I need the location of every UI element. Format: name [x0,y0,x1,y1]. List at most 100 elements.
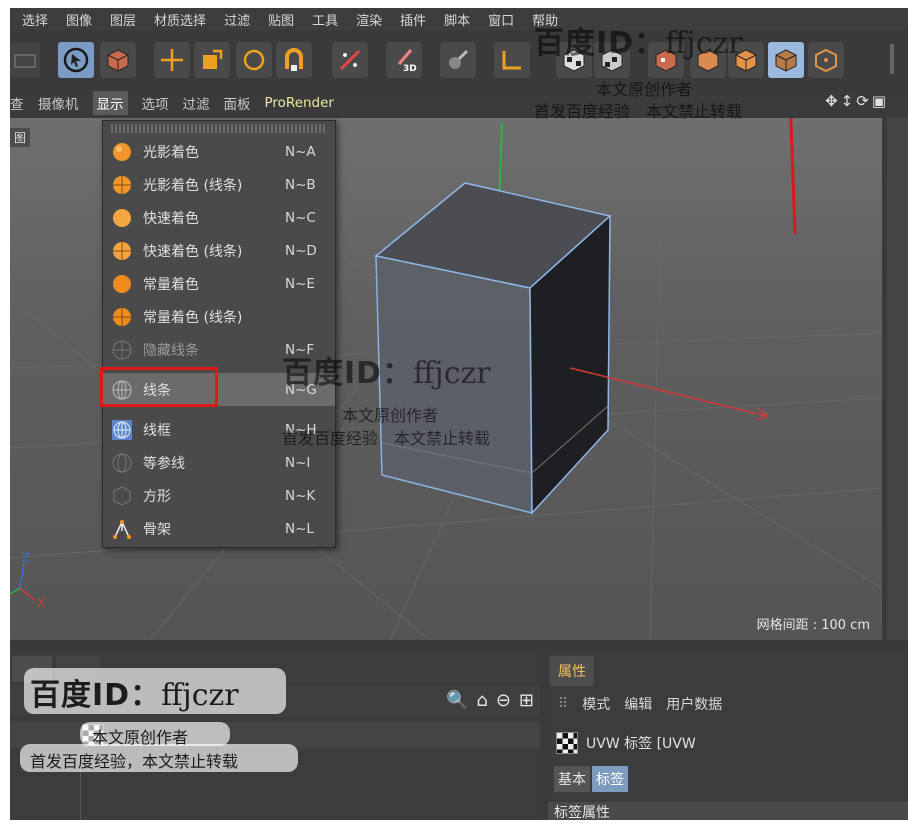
viewport-menu-filter[interactable]: 过滤 [183,93,210,113]
menu-item-label: 光影着色 [143,144,199,161]
watermark-id-prefix: 百度ID： [534,26,666,61]
watermark-id-name: ffjczr [161,678,239,713]
menu-item-quick[interactable]: 快速着色 N~C [103,201,335,234]
zoom-view-icon[interactable]: ↕ [841,92,854,110]
rotate-tool-button[interactable] [236,42,272,78]
menu-tools[interactable]: 工具 [312,10,338,29]
object-mode-icon [815,48,837,73]
toolbar-divider [890,44,894,74]
axis-button[interactable] [494,42,530,78]
home-icon[interactable]: ⌂ [476,690,487,711]
menu-bar: 选择 图像 图层 材质选择 过滤 贴图 工具 渲染 插件 脚本 窗口 帮助 [10,8,908,30]
viewport-menu-view[interactable]: 查看 [10,93,24,113]
viewport-menu-display[interactable]: 显示 [92,91,128,115]
move-tool-button[interactable] [154,42,190,78]
object-mode-button[interactable] [808,42,844,78]
view-cube-button[interactable] [100,42,136,78]
menu-texture[interactable]: 贴图 [268,10,294,29]
scale-icon [203,49,223,69]
menu-item-label: 骨架 [143,521,171,538]
tab-tag[interactable]: 标签 [592,766,628,792]
menu-item-box[interactable]: 方形 N~K [103,479,335,512]
toolbar-undo-button[interactable] [10,42,40,78]
viewport-menu-panel[interactable]: 面板 [224,93,251,113]
magnet-tool-button[interactable] [276,42,312,78]
grid-spacing-readout: 网格间距 : 100 cm [750,611,876,636]
skeleton-icon [111,518,133,540]
watermark-top: 百度ID：ffjczr [534,18,743,62]
attributes-menu-user-data[interactable]: 用户数据 [666,694,722,714]
badge-3d: 3D [403,64,417,73]
menu-item-constant-lines[interactable]: 常量着色 (线条) [103,300,335,333]
menu-item-quick-lines[interactable]: 快速着色 (线条) N~D [103,234,335,267]
menu-item-label: 等参线 [143,455,185,472]
uv-polygons-mode-button[interactable] [768,42,804,78]
cursor-tool-button[interactable] [58,42,94,78]
viewport-menu-options[interactable]: 选项 [142,93,169,113]
menu-item-label: 快速着色 [143,210,199,227]
menu-filter[interactable]: 过滤 [224,10,250,29]
constant-lines-icon [111,306,133,328]
menu-item-shortcut: N~D [285,242,317,259]
toggle-view-icon[interactable]: ▣ [872,92,886,110]
hidden-line-icon [111,339,133,361]
watermark-id-name: ffjczr [413,356,491,391]
checker-icon [339,49,361,71]
menu-item-gouraud[interactable]: 光影着色 N~A [103,135,335,168]
menu-item-label: 隐藏线条 [143,342,199,359]
menu-item-shortcut: N~B [285,176,316,193]
viewport-menu-prorender[interactable]: ProRender [265,95,334,111]
cursor-icon [63,47,89,73]
viewport-menu-camera[interactable]: 摄像机 [38,93,79,113]
scale-tool-button[interactable] [194,42,230,78]
menu-item-label: 方形 [143,488,171,505]
collapse-icon[interactable]: ⊖ [496,690,511,711]
menu-item-label: 线框 [143,422,171,439]
watermark-top-line1: 本文原创作者 [596,80,693,99]
attributes-menu-edit[interactable]: 编辑 [624,694,652,714]
gizmo-z-label: Z [22,551,30,565]
menu-item-skeleton[interactable]: 骨架 N~L [103,512,335,545]
watermark-bottom-line1: 本文原创作者 [92,728,189,747]
menu-image[interactable]: 图像 [66,10,92,29]
watermark-id-prefix: 百度ID： [30,678,162,713]
attributes-panel: 属性 ⠿ 模式 编辑 用户数据 UVW 标签 [UVW 基本 标签 标签属性 [548,650,908,820]
attributes-object-name: UVW 标签 [UVW [586,736,696,752]
menu-item-shortcut: N~A [285,143,316,160]
menu-script[interactable]: 脚本 [444,10,470,29]
menu-material-select[interactable]: 材质选择 [154,10,206,29]
tab-basic[interactable]: 基本 [554,766,590,792]
toolbar: 3D [10,36,908,82]
expand-icon[interactable]: ⊞ [519,690,534,711]
menu-item-isoparm[interactable]: 等参线 N~I [103,446,335,479]
rotate-icon [243,49,265,71]
menu-item-label: 光影着色 (线条) [143,177,243,194]
menu-grip[interactable] [111,124,327,133]
quick-lines-icon [111,240,133,262]
watermark-center-line1: 本文原创作者 [342,406,439,425]
menu-render[interactable]: 渲染 [356,10,382,29]
move-icon [161,49,183,71]
menu-item-gouraud-lines[interactable]: 光影着色 (线条) N~B [103,168,335,201]
attributes-tabs: 基本 标签 [554,766,628,792]
tag-properties-section[interactable]: 标签属性 [548,802,908,820]
objects-toolbar-icons: 🔍 ⌂ ⊖ ⊞ [446,690,534,711]
search-icon[interactable]: 🔍 [446,690,468,711]
menu-window[interactable]: 窗口 [488,10,514,29]
attributes-menu-mode[interactable]: 模式 [582,694,610,714]
attributes-menu-bar: ⠿ 模式 编辑 用户数据 [548,690,908,718]
viewport-nav-icons: ✥ ↕ ⟳ ▣ [825,92,886,110]
menu-item-constant[interactable]: 常量着色 N~E [103,267,335,300]
menu-layer[interactable]: 图层 [110,10,136,29]
move-view-icon[interactable]: ✥ [825,92,838,110]
rotate-view-icon[interactable]: ⟳ [856,92,869,110]
menu-plugins[interactable]: 插件 [400,10,426,29]
wireframe-icon [111,419,133,441]
paint-3d-button[interactable]: 3D [386,42,422,78]
menu-item-label: 快速着色 (线条) [143,243,243,260]
checker-tool-button[interactable] [332,42,368,78]
undo-icon [14,54,36,68]
sculpt-button[interactable] [440,42,476,78]
attributes-tab[interactable]: 属性 [550,656,594,686]
menu-select[interactable]: 选择 [22,10,48,29]
